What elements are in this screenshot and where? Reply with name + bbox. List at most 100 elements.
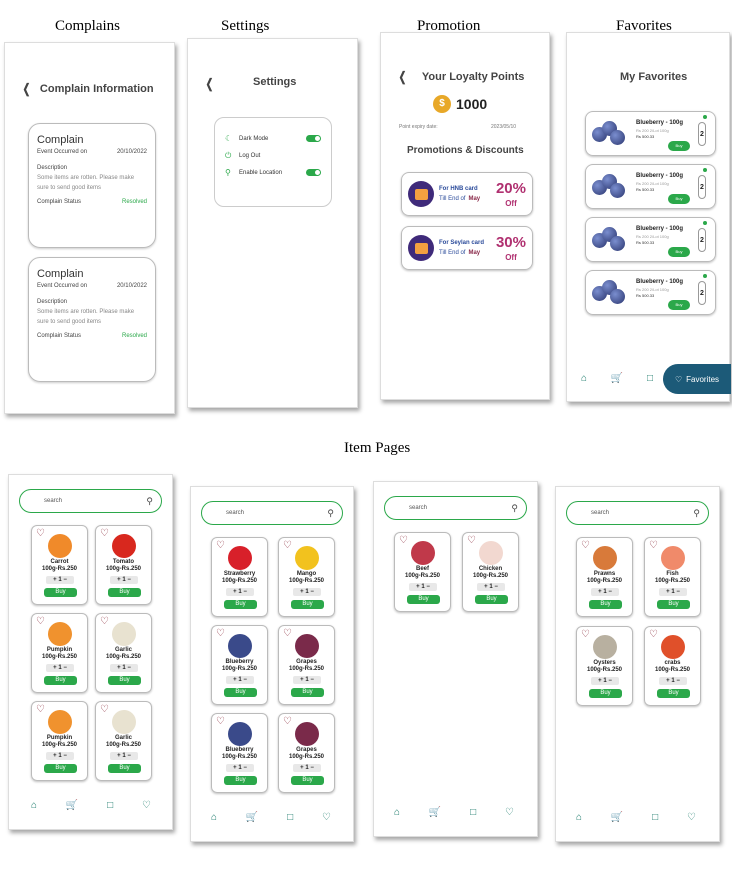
quantity-stepper[interactable]: + 1 −: [110, 576, 138, 584]
buy-button[interactable]: Buy: [44, 588, 77, 597]
heart-icon[interactable]: ♡: [505, 807, 514, 818]
quantity-stepper[interactable]: + 1 −: [591, 677, 619, 685]
heart-icon[interactable]: ♡: [142, 800, 151, 811]
search-icon[interactable]: ⚲: [693, 508, 700, 519]
quantity-stepper[interactable]: + 1 −: [477, 583, 505, 591]
heart-icon[interactable]: ♡: [283, 628, 292, 639]
buy-button[interactable]: Buy: [291, 776, 324, 785]
buy-button[interactable]: Buy: [224, 688, 257, 697]
heart-icon[interactable]: ♡: [283, 716, 292, 727]
chat-icon[interactable]: □: [470, 807, 476, 818]
buy-button[interactable]: Buy: [224, 600, 257, 609]
heart-icon[interactable]: ♡: [216, 540, 225, 551]
quantity-stepper[interactable]: 2: [698, 122, 706, 146]
heart-icon[interactable]: ♡: [100, 704, 109, 715]
heart-icon[interactable]: ♡: [283, 540, 292, 551]
search-icon[interactable]: ⚲: [327, 508, 334, 519]
favorite-item[interactable]: Blueberry - 100g Rs 200 2/Lot 100g Rs 50…: [585, 111, 716, 156]
buy-button[interactable]: Buy: [291, 688, 324, 697]
buy-button[interactable]: Buy: [668, 247, 690, 257]
home-icon[interactable]: ⌂: [211, 812, 217, 823]
product-card[interactable]: ♡ Prawns 100g-Rs.250 + 1 − Buy: [576, 537, 633, 617]
dark-mode-toggle[interactable]: [306, 135, 321, 142]
heart-icon[interactable]: ♡: [687, 812, 696, 823]
favorite-item[interactable]: Blueberry - 100g Rs 200 2/Lot 100g Rs 50…: [585, 217, 716, 262]
promo-card[interactable]: For HNB card Till End of May 20% Off: [401, 172, 533, 216]
product-card[interactable]: ♡ Garlic 100g-Rs.250 + 1 − Buy: [95, 613, 152, 693]
product-card[interactable]: ♡ Mango 100g-Rs.250 + 1 − Buy: [278, 537, 335, 617]
search-icon[interactable]: ⚲: [511, 503, 518, 514]
chat-icon[interactable]: □: [647, 373, 653, 384]
product-card[interactable]: ♡ Blueberry 100g-Rs.250 + 1 − Buy: [211, 713, 268, 793]
product-card[interactable]: ♡ Grapes 100g-Rs.250 + 1 − Buy: [278, 713, 335, 793]
buy-button[interactable]: Buy: [108, 676, 141, 685]
buy-button[interactable]: Buy: [291, 600, 324, 609]
complain-card[interactable]: Complain Event Occurred on 20/10/2022 Des…: [28, 257, 156, 382]
quantity-stepper[interactable]: + 1 −: [659, 588, 687, 596]
cart-icon[interactable]: 🛒: [611, 373, 623, 384]
product-card[interactable]: ♡ Chicken 100g-Rs.250 + 1 − Buy: [462, 532, 519, 612]
buy-button[interactable]: Buy: [657, 600, 690, 609]
quantity-stepper[interactable]: + 1 −: [293, 676, 321, 684]
complain-card[interactable]: Complain Event Occurred on 20/10/2022 Des…: [28, 123, 156, 248]
chat-icon[interactable]: □: [107, 800, 113, 811]
heart-icon[interactable]: ♡: [216, 628, 225, 639]
buy-button[interactable]: Buy: [657, 689, 690, 698]
cart-icon[interactable]: 🛒: [611, 812, 623, 823]
search-input[interactable]: search ⚲: [201, 501, 343, 525]
home-icon[interactable]: ⌂: [581, 373, 587, 384]
heart-icon[interactable]: ♡: [581, 629, 590, 640]
buy-button[interactable]: Buy: [668, 141, 690, 151]
favorites-nav-button[interactable]: ♡ Favorites: [663, 364, 731, 394]
product-card[interactable]: ♡ Fish 100g-Rs.250 + 1 − Buy: [644, 537, 701, 617]
back-icon[interactable]: ❮: [23, 81, 31, 97]
search-input[interactable]: search ⚲: [566, 501, 709, 525]
back-icon[interactable]: ❮: [206, 76, 214, 92]
product-card[interactable]: ♡ Grapes 100g-Rs.250 + 1 − Buy: [278, 625, 335, 705]
promo-card[interactable]: For Seylan card Till End of May 30% Off: [401, 226, 533, 270]
cart-icon[interactable]: 🛒: [429, 807, 441, 818]
buy-button[interactable]: Buy: [589, 689, 622, 698]
heart-icon[interactable]: ♡: [216, 716, 225, 727]
quantity-stepper[interactable]: + 1 −: [409, 583, 437, 591]
buy-button[interactable]: Buy: [407, 595, 440, 604]
heart-icon[interactable]: ♡: [649, 540, 658, 551]
setting-enable-location[interactable]: ⚲ Enable Location: [225, 164, 321, 181]
buy-button[interactable]: Buy: [44, 676, 77, 685]
quantity-stepper[interactable]: + 1 −: [226, 676, 254, 684]
quantity-stepper[interactable]: 2: [698, 175, 706, 199]
product-card[interactable]: ♡ Strawberry 100g-Rs.250 + 1 − Buy: [211, 537, 268, 617]
quantity-stepper[interactable]: + 1 −: [659, 677, 687, 685]
product-card[interactable]: ♡ Tomato 100g-Rs.250 + 1 − Buy: [95, 525, 152, 605]
setting-log-out[interactable]: ⏻ Log Out: [225, 147, 321, 164]
product-card[interactable]: ♡ Beef 100g-Rs.250 + 1 − Buy: [394, 532, 451, 612]
quantity-stepper[interactable]: + 1 −: [46, 664, 74, 672]
heart-icon[interactable]: ♡: [36, 704, 45, 715]
search-input[interactable]: search ⚲: [384, 496, 527, 520]
heart-icon[interactable]: ♡: [100, 616, 109, 627]
buy-button[interactable]: Buy: [589, 600, 622, 609]
buy-button[interactable]: Buy: [108, 764, 141, 773]
quantity-stepper[interactable]: + 1 −: [110, 752, 138, 760]
heart-icon[interactable]: ♡: [36, 616, 45, 627]
product-card[interactable]: ♡ Oysters 100g-Rs.250 + 1 − Buy: [576, 626, 633, 706]
home-icon[interactable]: ⌂: [576, 812, 582, 823]
quantity-stepper[interactable]: + 1 −: [226, 588, 254, 596]
buy-button[interactable]: Buy: [475, 595, 508, 604]
home-icon[interactable]: ⌂: [31, 800, 37, 811]
buy-button[interactable]: Buy: [44, 764, 77, 773]
heart-icon[interactable]: ♡: [649, 629, 658, 640]
quantity-stepper[interactable]: 2: [698, 281, 706, 305]
product-card[interactable]: ♡ Blueberry 100g-Rs.250 + 1 − Buy: [211, 625, 268, 705]
home-icon[interactable]: ⌂: [394, 807, 400, 818]
buy-button[interactable]: Buy: [224, 776, 257, 785]
product-card[interactable]: ♡ Carrot 100g-Rs.250 + 1 − Buy: [31, 525, 88, 605]
quantity-stepper[interactable]: + 1 −: [110, 664, 138, 672]
quantity-stepper[interactable]: + 1 −: [46, 752, 74, 760]
setting-dark-mode[interactable]: ☾ Dark Mode: [225, 130, 321, 147]
product-card[interactable]: ♡ crabs 100g-Rs.250 + 1 − Buy: [644, 626, 701, 706]
product-card[interactable]: ♡ Pumpkin 100g-Rs.250 + 1 − Buy: [31, 613, 88, 693]
quantity-stepper[interactable]: + 1 −: [46, 576, 74, 584]
location-toggle[interactable]: [306, 169, 321, 176]
product-card[interactable]: ♡ Garlic 100g-Rs.250 + 1 − Buy: [95, 701, 152, 781]
